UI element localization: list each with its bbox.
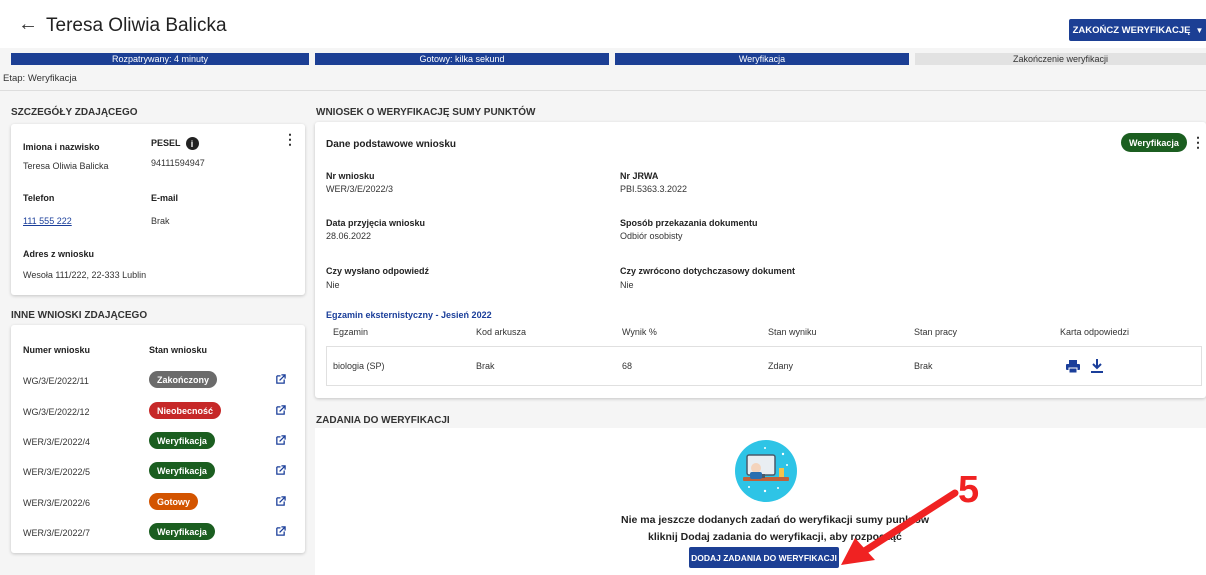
table-header-answer-sheet: Karta odpowiedzi [1060,327,1130,337]
table-cell-work-status: Brak [914,361,933,371]
step-considered: Rozpatrywany: 4 minuty [11,53,309,65]
table-header-exam: Egzamin [333,327,369,337]
tasks-section-title: ZADANIA DO WERYFIKACJI [316,415,450,426]
status-badge: Weryfikacja [149,462,215,479]
field-label: Czy wysłano odpowiedź [326,266,430,276]
table-header-score: Wynik % [622,327,657,337]
external-link-icon[interactable] [275,435,286,446]
field-value: Nie [326,280,340,290]
field-label: Nr wniosku [326,171,375,181]
stage-label: Etap: Weryfikacja [3,73,77,84]
field-label: Nr JRWA [620,171,659,181]
table-cell-exam: biologia (SP) [333,361,385,371]
exam-title: Egzamin eksternistyczny - Jesień 2022 [326,310,492,320]
table-header-sheet-code: Kod arkusza [476,327,527,337]
external-link-icon[interactable] [275,465,286,476]
field-label: Czy zwrócono dotychczasowy dokument [620,266,796,276]
step-ready: Gotowy: kilka sekund [315,53,609,65]
empty-state-illustration [735,440,797,502]
step-finish: Zakończenie weryfikacji [915,53,1206,65]
divider [0,90,1206,91]
phone-label: Telefon [23,193,55,203]
col-number-header: Numer wniosku [23,345,91,355]
finish-verification-button[interactable]: ZAKOŃCZ WERYFIKACJĘ ▼ [1069,19,1206,41]
address-value: Wesoła 111/222, 22-333 Lublin [23,270,147,280]
email-label: E-mail [151,193,179,203]
kebab-menu-icon[interactable]: ⋮ [1191,135,1205,149]
caret-down-icon: ▼ [1195,25,1204,35]
application-card-title: Dane podstawowe wniosku [326,139,457,150]
address-label: Adres z wniosku [23,249,95,259]
app-number: WG/3/E/2022/11 [23,376,89,386]
back-arrow-icon[interactable]: ← [18,14,38,34]
step-verification: Weryfikacja [615,53,909,65]
email-value: Brak [151,216,170,226]
field-value: Nie [620,280,634,290]
table-cell-sheet-code: Brak [476,361,495,371]
field-label: Sposób przekazania dokumentu [620,218,758,228]
status-badge: Nieobecność [149,402,222,419]
finish-verification-label: ZAKOŃCZ WERYFIKACJĘ [1072,24,1191,36]
application-status-badge: Weryfikacja [1121,133,1187,152]
name-label: Imiona i nazwisko [23,142,100,152]
download-icon[interactable] [1091,359,1103,373]
red-arrow-annotation [841,489,959,565]
app-number: WER/3/E/2022/4 [23,437,91,447]
external-link-icon[interactable] [275,496,286,507]
top-bar: ← Teresa Oliwia Balicka ZAKOŃCZ WERYFIKA… [0,0,1206,48]
external-link-icon[interactable] [275,405,286,416]
pesel-value: 94111594947 [151,158,205,168]
table-cell-score: 68 [622,361,633,371]
pesel-label: PESEL i [151,137,199,150]
status-badge: Gotowy [149,493,198,510]
external-link-icon[interactable] [275,526,286,537]
print-icon[interactable] [1066,360,1080,373]
app-number: WER/3/E/2022/6 [23,498,91,508]
other-apps-section-title: INNE WNIOSKI ZDAJĄCEGO [11,310,148,321]
app-number: WER/3/E/2022/5 [23,467,91,477]
field-value: PBI.5363.3.2022 [620,184,688,194]
phone-link[interactable]: 111 555 222 [23,216,72,226]
status-badge: Weryfikacja [149,432,215,449]
page-title: Teresa Oliwia Balicka [46,15,227,36]
table-cell-result-status: Zdany [768,361,794,371]
field-label: Data przyjęcia wniosku [326,218,426,228]
field-value: 28.06.2022 [326,231,372,241]
application-section-title: WNIOSEK O WERYFIKACJĘ SUMY PUNKTÓW [316,107,536,118]
name-value: Teresa Oliwia Balicka [23,161,109,171]
app-number: WER/3/E/2022/7 [23,528,91,538]
table-row: biologia (SP) Brak 68 Zdany Brak [326,346,1202,386]
applicant-details-card: Imiona i nazwisko Teresa Oliwia Balicka … [11,124,305,295]
status-badge: Zakończony [149,371,218,388]
details-section-title: SZCZEGÓŁY ZDAJĄCEGO [11,107,138,118]
field-value: Odbiór osobisty [620,231,683,241]
external-link-icon[interactable] [275,374,286,385]
add-tasks-button[interactable]: DODAJ ZADANIA DO WERYFIKACJI [689,547,839,568]
progress-stepper: Rozpatrywany: 4 minuty Gotowy: kilka sek… [0,53,1206,65]
info-icon[interactable]: i [185,137,199,150]
pesel-label-text: PESEL [151,137,181,148]
app-number: WG/3/E/2022/12 [23,407,90,417]
field-value: WER/3/E/2022/3 [326,184,394,194]
kebab-menu-icon[interactable]: ⋮ [283,132,297,146]
col-status-header: Stan wniosku [149,345,208,355]
other-apps-card: Numer wniosku Stan wniosku WG/3/E/2022/1… [11,325,305,553]
annotation-number: 5 [958,469,980,511]
status-badge: Weryfikacja [149,523,215,540]
table-header-work-status: Stan pracy [914,327,958,337]
table-header-result-status: Stan wyniku [768,327,817,337]
